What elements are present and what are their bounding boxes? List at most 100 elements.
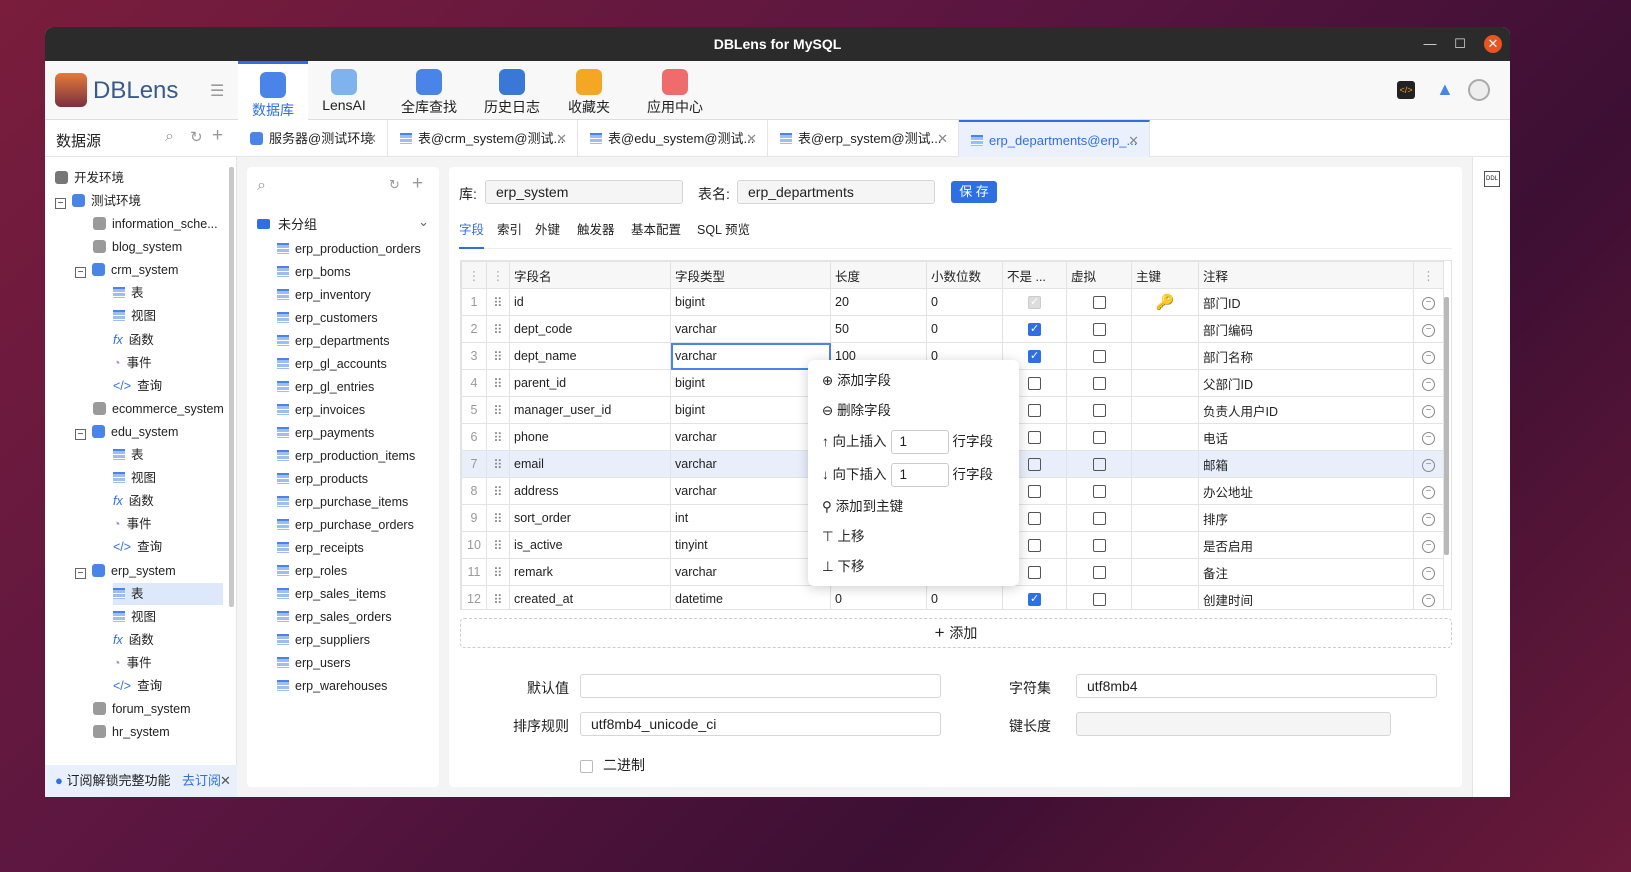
tree-item[interactable]: − edu_system xyxy=(75,421,178,443)
remove-row-icon[interactable]: − xyxy=(1422,297,1435,310)
tree-item[interactable]: − erp_system xyxy=(75,560,176,582)
length-cell[interactable]: 0 xyxy=(830,585,927,609)
table-row[interactable]: 2⠿dept_codevarchar500 部门编码− xyxy=(461,315,1444,343)
not-null-checkbox[interactable] xyxy=(1028,295,1041,310)
not-null-checkbox[interactable] xyxy=(1028,485,1041,499)
field-type-cell[interactable]: int xyxy=(670,504,831,532)
comment-cell[interactable]: 邮箱 xyxy=(1198,450,1414,478)
virtual-checkbox[interactable] xyxy=(1092,458,1106,472)
not-null-checkbox[interactable] xyxy=(1028,512,1041,526)
field-name-cell[interactable]: address xyxy=(509,477,671,505)
primary-key-cell[interactable] xyxy=(1131,342,1199,370)
tree-item[interactable]: fx 函数 xyxy=(113,629,154,651)
remove-row-icon[interactable]: − xyxy=(1422,324,1435,337)
table-list-item[interactable]: erp_warehouses xyxy=(277,675,387,698)
table-list-item[interactable]: erp_production_orders xyxy=(277,238,421,261)
drag-handle-icon[interactable]: ⠿ xyxy=(486,342,510,370)
tree-item[interactable]: 视图 xyxy=(113,467,156,489)
sidebar-scrollbar[interactable] xyxy=(229,167,234,607)
field-type-cell[interactable]: datetime xyxy=(670,585,831,609)
column-menu-icon[interactable]: ⋮ xyxy=(1413,261,1444,289)
drag-handle-icon[interactable]: ⠿ xyxy=(486,315,510,343)
table-list-item[interactable]: erp_sales_items xyxy=(277,583,386,606)
virtual-checkbox[interactable] xyxy=(1092,512,1106,526)
close-tab-icon[interactable]: ✕ xyxy=(1128,122,1139,159)
virtual-checkbox[interactable] xyxy=(1092,566,1106,580)
add-icon[interactable]: + xyxy=(412,173,423,195)
tree-item[interactable]: − crm_system xyxy=(75,259,178,281)
tree-item[interactable]: ◔ 事件 xyxy=(113,352,152,374)
virtual-checkbox[interactable] xyxy=(1092,296,1106,310)
table-list-item[interactable]: erp_purchase_orders xyxy=(277,514,414,537)
column-menu-icon[interactable]: ⋮ xyxy=(461,261,487,289)
remove-row-icon[interactable]: − xyxy=(1422,486,1435,499)
field-type-cell[interactable]: varchar xyxy=(670,315,831,343)
collation-select[interactable]: utf8mb4_unicode_ci xyxy=(580,712,941,736)
field-name-cell[interactable]: is_active xyxy=(509,531,671,559)
field-type-cell[interactable]: varchar xyxy=(670,423,831,451)
add-field-button[interactable]: + 添加 xyxy=(460,618,1452,648)
menu-move-up[interactable]: ⊤ 上移 xyxy=(822,522,865,552)
field-name-cell[interactable]: manager_user_id xyxy=(509,396,671,424)
virtual-checkbox[interactable] xyxy=(1092,431,1106,445)
virtual-checkbox[interactable] xyxy=(1092,539,1106,553)
subtab-4[interactable]: 基本配置 xyxy=(631,219,681,249)
refresh-icon[interactable]: ↻ xyxy=(389,177,400,193)
charset-select[interactable]: utf8mb4 xyxy=(1076,674,1437,698)
length-cell[interactable]: 50 xyxy=(830,315,927,343)
not-null-checkbox[interactable] xyxy=(1028,566,1041,580)
field-type-cell[interactable]: bigint xyxy=(670,396,831,424)
comment-cell[interactable]: 是否启用 xyxy=(1198,531,1414,559)
close-tab-icon[interactable]: ✕ xyxy=(937,120,948,157)
tree-item[interactable]: forum_system xyxy=(93,698,191,720)
nav-item-0[interactable]: 数据库 xyxy=(238,61,308,120)
comment-cell[interactable]: 父部门ID xyxy=(1198,369,1414,397)
not-null-checkbox[interactable] xyxy=(1028,458,1041,472)
field-name-cell[interactable]: dept_code xyxy=(509,315,671,343)
field-name-cell[interactable]: id xyxy=(509,288,671,316)
remove-row-icon[interactable]: − xyxy=(1422,432,1435,445)
primary-key-cell[interactable] xyxy=(1131,369,1199,397)
table-row[interactable]: 12⠿created_atdatetime00创建时间− xyxy=(461,585,1444,609)
collapse-icon[interactable]: − xyxy=(75,267,86,279)
search-icon[interactable]: ⌕ xyxy=(257,177,266,195)
grid-scrollbar[interactable] xyxy=(1444,297,1449,555)
virtual-checkbox[interactable] xyxy=(1092,404,1106,418)
subtab-3[interactable]: 触发器 xyxy=(577,219,615,249)
nav-item-1[interactable]: LensAI xyxy=(308,61,380,120)
tree-item[interactable]: 表 xyxy=(113,282,144,304)
default-input[interactable] xyxy=(580,674,941,698)
menu-add-primary-key[interactable]: ⚲ 添加到主键 xyxy=(822,492,903,522)
drag-handle-icon[interactable]: ⠿ xyxy=(486,531,510,559)
virtual-checkbox[interactable] xyxy=(1092,593,1106,607)
comment-cell[interactable]: 部门名称 xyxy=(1198,342,1414,370)
comment-cell[interactable]: 备注 xyxy=(1198,558,1414,586)
remove-row-icon[interactable]: − xyxy=(1422,513,1435,526)
subtab-2[interactable]: 外键 xyxy=(535,219,560,249)
close-button[interactable]: ✕ xyxy=(1484,35,1502,53)
column-header[interactable]: 字段名 xyxy=(509,261,671,289)
table-list-item[interactable]: erp_invoices xyxy=(277,399,365,422)
primary-key-cell[interactable] xyxy=(1131,504,1199,532)
tree-item[interactable]: </> 查询 xyxy=(113,375,162,397)
remove-row-icon[interactable]: − xyxy=(1422,405,1435,418)
nav-item-5[interactable]: 应用中心 xyxy=(631,61,719,120)
search-icon[interactable]: ⌕ xyxy=(165,128,174,146)
table-list-item[interactable]: erp_receipts xyxy=(277,537,364,560)
table-list-item[interactable]: erp_payments xyxy=(277,422,374,445)
tree-item[interactable]: </> 查询 xyxy=(113,536,162,558)
menu-insert-above[interactable]: ↑ 向上插入 1 行字段 xyxy=(822,427,993,457)
tab-0[interactable]: 服务器@测试环境 ✕ xyxy=(238,120,388,157)
nav-item-2[interactable]: 全库查找 xyxy=(388,61,470,120)
not-null-checkbox[interactable] xyxy=(1028,592,1041,607)
collapse-menu-icon[interactable]: ☰ xyxy=(210,81,224,101)
table-list-item[interactable]: erp_gl_accounts xyxy=(277,353,387,376)
table-list-item[interactable]: erp_customers xyxy=(277,307,378,330)
field-type-cell[interactable]: tinyint xyxy=(670,531,831,559)
close-tab-icon[interactable]: ✕ xyxy=(746,120,757,157)
insert-below-count[interactable]: 1 xyxy=(890,463,949,488)
menu-move-down[interactable]: ⊥ 下移 xyxy=(822,552,865,582)
drag-handle-icon[interactable]: ⠿ xyxy=(486,585,510,609)
drag-handle-icon[interactable]: ⠿ xyxy=(486,423,510,451)
table-list-item[interactable]: erp_departments xyxy=(277,330,390,353)
